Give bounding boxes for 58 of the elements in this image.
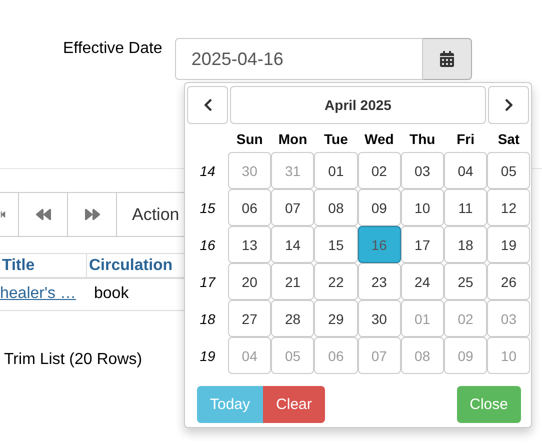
- day-button[interactable]: 29: [314, 300, 358, 337]
- week-number: 14: [198, 162, 216, 180]
- fast-forward-icon: [84, 207, 100, 222]
- rewind-button[interactable]: [18, 192, 67, 237]
- next-month-button[interactable]: [488, 86, 529, 124]
- week-number: 17: [198, 272, 217, 292]
- day-button[interactable]: 28: [271, 300, 314, 337]
- day-button[interactable]: 04: [444, 152, 488, 189]
- day-button[interactable]: 23: [358, 263, 401, 300]
- day-button[interactable]: 25: [444, 263, 488, 300]
- week-number: 15: [198, 198, 216, 218]
- weekday-header: Sun: [235, 130, 264, 149]
- day-button[interactable]: 27: [228, 300, 272, 337]
- day-button[interactable]: 11: [444, 189, 488, 226]
- weekday-header: Mon: [277, 130, 308, 149]
- day-button[interactable]: 20: [228, 263, 272, 300]
- week-number: 16: [198, 236, 216, 254]
- trim-list-text: Trim List (20 Rows): [4, 351, 142, 369]
- day-button[interactable]: 14: [271, 226, 314, 263]
- day-button[interactable]: 01: [314, 152, 358, 189]
- day-button[interactable]: 26: [487, 263, 530, 300]
- column-header[interactable]: Title: [0, 254, 87, 277]
- day-button[interactable]: 10: [400, 189, 444, 226]
- weekday-header: Tue: [323, 130, 349, 149]
- month-title-button[interactable]: April 2025: [230, 86, 486, 124]
- day-button[interactable]: 12: [487, 189, 530, 226]
- day-button[interactable]: 15: [314, 226, 358, 263]
- previous-month-button[interactable]: [187, 86, 228, 124]
- day-button[interactable]: 24: [400, 263, 444, 300]
- day-button[interactable]: 30: [358, 300, 401, 337]
- field-label: Effective Date: [63, 39, 162, 58]
- day-button[interactable]: 05: [487, 152, 530, 189]
- clear-button[interactable]: Clear: [263, 386, 325, 423]
- day-button[interactable]: 13: [228, 226, 272, 263]
- day-button[interactable]: 18: [444, 226, 488, 263]
- week-number: 18: [198, 310, 216, 328]
- fast-forward-button[interactable]: [67, 192, 116, 237]
- day-button[interactable]: 08: [314, 189, 358, 226]
- calendar-icon: [439, 51, 456, 67]
- weekday-header: Wed: [364, 130, 395, 149]
- week-number: 19: [198, 346, 216, 366]
- day-button[interactable]: 02: [358, 152, 401, 189]
- day-button[interactable]: 19: [487, 226, 530, 263]
- day-button[interactable]: 21: [271, 263, 314, 300]
- weekday-header: Thu: [408, 130, 436, 149]
- date-input-field[interactable]: 2025-04-16: [175, 38, 424, 80]
- weekday-header: Fri: [456, 130, 476, 149]
- calendar-button[interactable]: [423, 38, 472, 80]
- day-button[interactable]: 09: [358, 189, 401, 226]
- weekday-header: Sat: [496, 130, 521, 149]
- day-button[interactable]: 22: [314, 263, 358, 300]
- table-cell-text: book: [93, 284, 130, 304]
- rewind-icon: [36, 207, 50, 222]
- title-link[interactable]: healer's …: [0, 285, 76, 302]
- day-button[interactable]: 17: [400, 226, 444, 263]
- day-button[interactable]: 06: [228, 189, 272, 226]
- day-button[interactable]: 03: [400, 152, 444, 189]
- day-button[interactable]: 07: [271, 189, 314, 226]
